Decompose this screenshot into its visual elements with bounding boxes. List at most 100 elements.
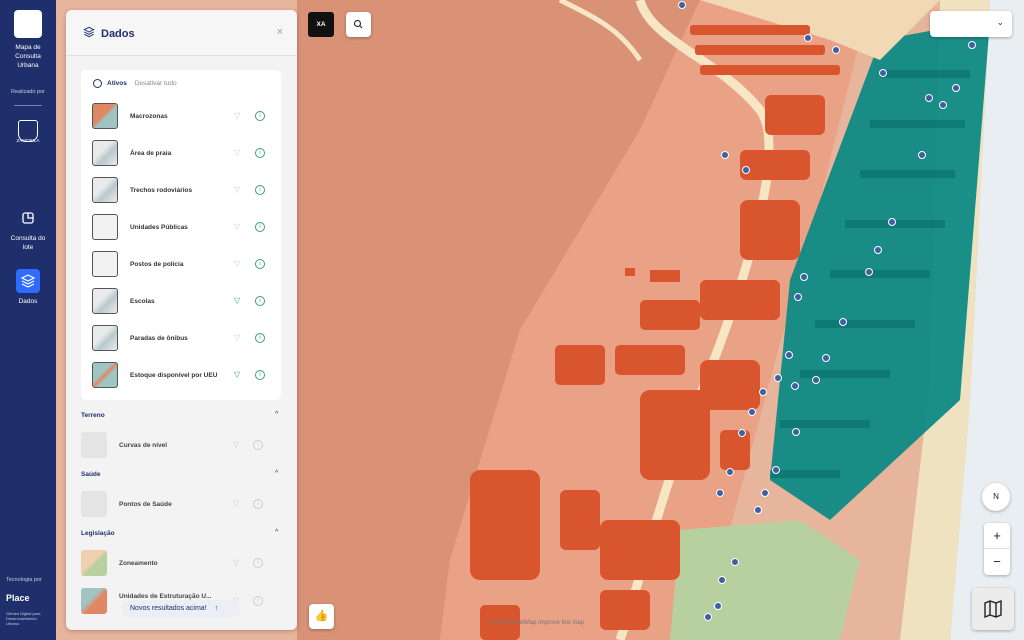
zoom-out-button[interactable]: − <box>984 549 1010 575</box>
layer-label: Escolas <box>130 298 155 305</box>
app-title-line: Mapa de <box>15 44 41 51</box>
filter-icon[interactable]: ▽ <box>234 185 244 195</box>
layer-select-dropdown[interactable]: ⌄ <box>930 11 1012 37</box>
data-panel: Dados × Ativos Desativar tudo Macrozonas… <box>66 10 297 630</box>
compass-button[interactable]: N <box>982 483 1010 511</box>
layer-row-paradas[interactable]: Paradas de ônibus ▽ i <box>92 325 272 353</box>
map-icon <box>972 599 1014 634</box>
layer-thumbnail <box>92 288 118 314</box>
layer-row-estoque[interactable]: Estoque disponível por UEU ▽ i <box>92 362 272 390</box>
layer-label: Trechos rodoviários <box>130 187 193 194</box>
layer-thumbnail <box>92 140 118 166</box>
layer-row-curvas[interactable]: Curvas de nível ▽ i <box>81 432 281 460</box>
layer-row-area-praia[interactable]: Área de praia ▽ i <box>92 140 272 168</box>
layer-row-macrozonas[interactable]: Macrozonas ▽ i <box>92 103 272 131</box>
layer-thumbnail <box>81 588 107 614</box>
info-icon[interactable]: i <box>255 370 265 380</box>
nav-dados[interactable]: Dados <box>0 269 56 306</box>
info-icon[interactable]: i <box>255 296 265 306</box>
new-results-toast[interactable]: Novos resultados acima! ↑ <box>122 600 240 618</box>
info-icon[interactable]: i <box>253 499 263 509</box>
layer-label: Paradas de ônibus <box>130 335 188 342</box>
info-icon[interactable]: i <box>255 148 265 158</box>
layers-icon <box>82 25 96 44</box>
panel-header: Dados × <box>66 10 297 56</box>
filter-icon[interactable]: ▽ <box>234 222 244 232</box>
layer-row-zoneamento[interactable]: Zoneamento ▽ i <box>81 550 281 578</box>
filter-icon[interactable]: ▽ <box>234 148 244 158</box>
feedback-button[interactable]: 👍 <box>309 604 334 629</box>
layer-thumbnail <box>92 103 118 129</box>
layer-row-escolas[interactable]: Escolas ▽ i <box>92 288 272 316</box>
filter-icon[interactable]: ▽ <box>234 111 244 121</box>
crest-label: ZAMORILA <box>16 138 40 143</box>
info-icon[interactable]: i <box>255 222 265 232</box>
layer-row-policia[interactable]: Postos de polícia ▽ i <box>92 251 272 279</box>
toast-label: Novos resultados acima! <box>130 605 207 612</box>
layer-thumbnail <box>81 550 107 576</box>
app-title: Mapa de Consulta Urbana <box>0 43 56 70</box>
search-button[interactable] <box>346 12 371 37</box>
close-icon[interactable]: × <box>277 26 283 38</box>
tech-by-label: Tecnologia por <box>6 577 42 583</box>
layer-thumbnail <box>81 491 107 517</box>
basemap-button[interactable] <box>972 588 1014 630</box>
layer-label: Postos de polícia <box>130 261 184 268</box>
zoom-controls: + − <box>984 523 1010 575</box>
deactivate-all-link[interactable]: Desativar tudo <box>135 80 177 87</box>
chevron-up-icon[interactable]: ^ <box>275 529 278 536</box>
section-saude[interactable]: Saúde <box>81 471 101 478</box>
made-by-label: Realizado por <box>11 89 45 95</box>
layers-icon <box>16 269 40 293</box>
app-title-line: Urbana <box>17 62 39 69</box>
divider <box>14 105 42 106</box>
layer-row-trechos[interactable]: Trechos rodoviários ▽ i <box>92 177 272 205</box>
active-tabs: Ativos Desativar tudo <box>93 79 177 88</box>
tab-ativos[interactable]: Ativos <box>107 80 127 87</box>
layer-row-saude[interactable]: Pontos de Saúde ▽ i <box>81 491 281 519</box>
layer-row-unidades[interactable]: Unidades Públicas ▽ i <box>92 214 272 242</box>
filter-icon[interactable]: ▽ <box>234 296 244 306</box>
layer-label: Área de praia <box>130 150 172 157</box>
nav-label: Consulta do lote <box>10 235 46 251</box>
section-legislacao[interactable]: Legislação <box>81 530 115 537</box>
search-icon <box>346 19 371 41</box>
info-icon[interactable]: i <box>253 440 263 450</box>
info-icon[interactable]: i <box>253 596 263 606</box>
app-title-line: Consulta <box>15 53 41 60</box>
layer-thumbnail <box>92 177 118 203</box>
nav-consulta-lote[interactable]: Consulta do lote <box>0 206 56 252</box>
brand-name[interactable]: Place <box>6 593 30 603</box>
xa-button[interactable]: XA <box>308 12 334 37</box>
filter-icon[interactable]: ▽ <box>234 333 244 343</box>
layer-label: Pontos de Saúde <box>119 501 172 508</box>
parcel-icon <box>16 206 40 230</box>
filter-icon[interactable]: ▽ <box>233 440 239 449</box>
filter-icon[interactable]: ▽ <box>234 370 244 380</box>
section-terreno[interactable]: Terreno <box>81 412 105 419</box>
layer-thumbnail <box>92 251 118 277</box>
layer-thumbnail <box>92 362 118 388</box>
layer-thumbnail <box>81 432 107 458</box>
info-icon[interactable]: i <box>255 259 265 269</box>
filter-icon[interactable]: ▽ <box>234 259 244 269</box>
chevron-up-icon[interactable]: ^ <box>275 470 278 477</box>
layer-thumbnail <box>92 214 118 240</box>
arrow-up-icon: ↑ <box>214 605 219 612</box>
info-icon[interactable]: i <box>255 333 265 343</box>
map-attribution[interactable]: © OpenStreetMap Improve this map <box>488 620 584 626</box>
thumbs-up-icon: 👍 <box>314 610 329 622</box>
chevron-up-icon[interactable]: ^ <box>275 411 278 418</box>
app-logo-icon[interactable] <box>14 10 42 38</box>
layer-label: Estoque disponível por UEU <box>130 372 218 379</box>
pie-icon <box>93 79 102 88</box>
layer-thumbnail <box>92 325 118 351</box>
info-icon[interactable]: i <box>255 111 265 121</box>
zoom-in-button[interactable]: + <box>984 523 1010 549</box>
info-icon[interactable]: i <box>255 185 265 195</box>
info-icon[interactable]: i <box>253 558 263 568</box>
filter-icon[interactable]: ▽ <box>233 558 239 567</box>
panel-title: Dados <box>101 28 135 40</box>
filter-icon[interactable]: ▽ <box>233 499 239 508</box>
brand-subtitle-line: Urbano <box>6 621 20 626</box>
